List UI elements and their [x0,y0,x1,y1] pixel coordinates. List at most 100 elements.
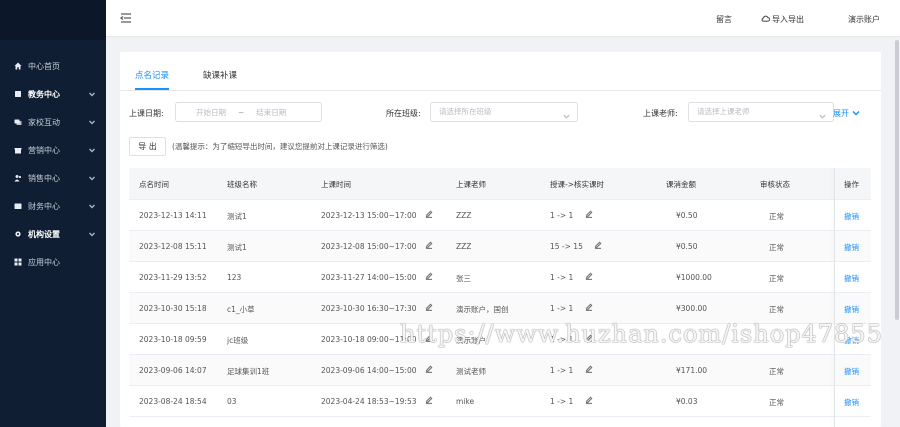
sidebar-item-5[interactable]: 财务中心 [0,192,106,220]
sidebar-item-label: 家校互动 [28,117,60,127]
chevron-down-icon [88,118,96,126]
table-body: 2023-12-13 14:11 测试1 2023-12-13 15:00~17:0… [129,200,871,417]
cell-amount: ¥171.00 [676,366,708,375]
sidebar-item-7[interactable]: 应用中心 [0,248,106,276]
import-export-label: 导入导出 [772,15,804,24]
cell-lesson-time: 2023-12-13 15:00~17:00 [321,211,417,220]
cell-teacher: 张三 [456,274,471,283]
sidebar-item-0[interactable]: 中心首页 [0,52,106,80]
page-scrollbar[interactable] [895,40,899,320]
edit-lesson-time-icon[interactable] [425,241,433,251]
cell-amount: ¥300.00 [676,304,708,313]
edit-hours-icon[interactable] [585,365,593,375]
grid-icon [14,258,22,266]
cell-status: 正常 [769,212,784,221]
table-row: 2023-12-13 14:11 测试1 2023-12-13 15:00~17:0… [129,200,871,231]
edit-lesson-time-icon[interactable] [425,365,433,375]
revoke-link[interactable]: 撤销 [844,242,859,253]
class-select[interactable]: 请选择所在班级 [430,102,578,122]
import-export-link[interactable]: 导入导出 [761,14,804,25]
cell-class-name: 123 [227,273,242,282]
chat-icon [14,118,22,126]
table-row: 2023-09-06 14:07 足球集训1班 2023-09-06 14:00~1… [129,355,871,386]
edit-hours-icon[interactable] [585,303,593,313]
revoke-link[interactable]: 撤销 [844,211,859,222]
expand-filters-link[interactable]: 展开 [833,108,860,119]
sidebar-menu: 中心首页 教务中心家校互动营销中心 销售中心 财务中心 机构设置 应用中心 [0,52,106,276]
teacher-filter-label: 上课老师: [643,109,678,118]
cell-status: 正常 [769,274,784,283]
cell-roll-time: 2023-12-13 14:11 [139,211,207,220]
edit-lesson-time-icon[interactable] [425,272,433,282]
edit-lesson-time-icon[interactable] [425,210,433,220]
cell-lesson-time: 2023-09-06 14:00~15:00 [321,366,417,375]
edit-hours-icon[interactable] [585,210,593,220]
cell-teacher: ZZZ [456,242,472,251]
header-col-roll-time: 点名时间 [139,180,169,189]
logo-area [0,0,106,40]
expand-label: 展开 [833,109,849,118]
edit-hours-icon[interactable] [585,396,593,406]
date-start-input[interactable]: 开始日期 [196,107,226,118]
revoke-link[interactable]: 撤销 [844,397,859,408]
cloud-icon [761,14,772,25]
cell-hours: 1 -> 1 [550,211,574,220]
cell-hours: 1 -> 1 [550,397,574,406]
cell-class-name: 测试1 [227,243,247,252]
tab-roll-call-records[interactable]: 点名记录 [135,69,170,90]
watermark-text: https://www.huzhan.com/ishop47855 [400,320,883,348]
date-range-picker[interactable]: 开始日期 ~ 结束日期 [175,102,322,122]
account-menu[interactable]: 演示账户 [848,14,880,25]
chevron-down-icon [88,230,96,238]
class-select-placeholder: 请选择所在班级 [439,107,492,116]
users-icon [14,174,22,182]
revoke-link[interactable]: 撤销 [844,304,859,315]
cell-roll-time: 2023-11-29 13:52 [139,273,207,282]
edit-lesson-time-icon[interactable] [425,396,433,406]
sidebar-item-3[interactable]: 营销中心 [0,136,106,164]
class-filter-label: 所在班级: [386,109,421,118]
chevron-down-icon [88,146,96,154]
main-card: 点名记录 缺课补课 上课日期: 开始日期 ~ 结束日期 所在班级: 请选择所在班… [120,52,881,427]
menu-collapse-icon[interactable] [120,12,132,24]
book-icon [14,90,22,98]
header-col-lesson-time: 上课时间 [321,180,351,189]
chevron-down-icon [88,174,96,182]
cell-roll-time: 2023-08-24 18:54 [139,397,207,406]
gift-icon [14,146,22,154]
chevron-down-icon [88,202,96,210]
cell-status: 正常 [769,305,784,314]
edit-lesson-time-icon[interactable] [425,303,433,313]
date-end-input[interactable]: 结束日期 [256,107,286,118]
table-row: 2023-08-24 18:54 03 2023-04-24 18:53~19:53… [129,386,871,417]
cell-lesson-time: 2023-04-24 18:53~19:53 [321,397,417,406]
sidebar-item-4[interactable]: 销售中心 [0,164,106,192]
export-tip: (温馨提示：为了缩短导出时间，建议您提前对上课记录进行筛选) [172,142,388,151]
chevron-down-icon [819,109,826,119]
date-filter-label: 上课日期: [129,109,164,118]
wallet-icon [14,202,22,210]
roll-call-table: 点名时间 班级名称 上课时间 上课老师 授课->核实课时 课消金额 审核状态 操作 2023-… [129,168,871,427]
cell-teacher: 演示账户，国创 [456,305,509,314]
cell-status: 正常 [769,367,784,376]
sidebar-item-1[interactable]: 教务中心 [0,80,106,108]
teacher-select[interactable]: 请选择上课老师 [688,102,834,122]
messages-link[interactable]: 留言 [716,14,732,25]
header-col-hours: 授课->核实课时 [550,180,604,189]
revoke-link[interactable]: 撤销 [844,273,859,284]
sidebar-item-6[interactable]: 机构设置 [0,220,106,248]
export-button[interactable]: 导 出 [129,137,166,156]
sidebar-item-2[interactable]: 家校互动 [0,108,106,136]
cell-amount: ¥0.50 [676,242,698,251]
cell-class-name: c1_小草 [227,305,255,314]
cell-lesson-time: 2023-11-27 14:00~15:00 [321,273,417,282]
revoke-link[interactable]: 撤销 [844,366,859,377]
edit-hours-icon[interactable] [585,272,593,282]
edit-hours-icon[interactable] [594,241,602,251]
cell-amount: ¥0.03 [676,397,698,406]
tab-makeup-lessons[interactable]: 缺课补课 [203,69,237,90]
header-col-class-name: 班级名称 [227,180,257,189]
header-col-teacher: 上课老师 [456,180,486,189]
cell-lesson-time: 2023-12-08 15:00~17:00 [321,242,417,251]
cell-status: 正常 [769,398,784,407]
